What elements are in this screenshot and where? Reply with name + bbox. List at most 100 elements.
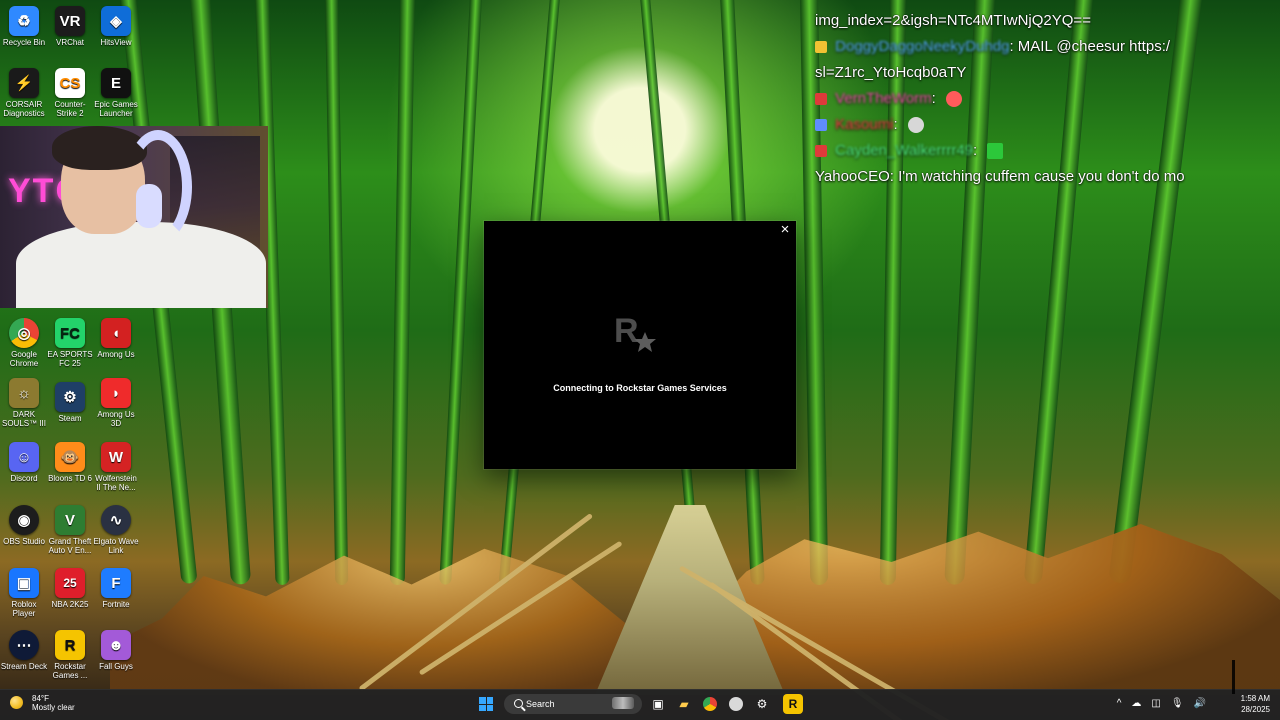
webcam-overlay: YTG xyxy=(0,126,268,308)
speaker-icon[interactable]: 🔊 xyxy=(1194,698,1206,709)
desktop-icon-counter-strike-2[interactable]: CS Counter-Strike 2 xyxy=(46,68,94,118)
chevron-up-icon[interactable]: ^ xyxy=(1117,698,1122,709)
start-button[interactable] xyxy=(476,694,496,714)
chrome-icon: ◎ xyxy=(9,318,39,348)
among-us-3d-icon: ◗ xyxy=(101,378,131,408)
skull-emote-icon xyxy=(907,117,924,134)
desktop-icon-label: VRChat xyxy=(55,38,84,47)
file-explorer-button[interactable]: ▰ xyxy=(674,694,694,714)
desktop-icon-steam[interactable]: ⚙ Steam xyxy=(46,382,94,423)
discord-icon: ☺ xyxy=(9,442,39,472)
rockstar-games-icon: R xyxy=(788,697,798,711)
chat-colon: : xyxy=(1009,38,1018,55)
task-view-button[interactable]: ▣ xyxy=(648,694,668,714)
desktop-icon-elgato-wave-link[interactable]: ∿ Elgato Wave Link xyxy=(92,505,140,555)
gta-icon: V xyxy=(55,505,85,535)
desktop-icon-google-chrome[interactable]: ◎ Google Chrome xyxy=(0,318,48,368)
desktop-icon-rockstar-games[interactable]: R Rockstar Games ... xyxy=(46,630,94,680)
corsair-icon: ⚡ xyxy=(9,68,39,98)
desktop-icon-vrchat[interactable]: VR VRChat xyxy=(46,6,94,47)
steam-icon: ⚙ xyxy=(55,382,85,412)
steam-icon: ⚙ xyxy=(756,697,768,711)
chat-username: Cayden_Walkerrrr49 xyxy=(835,142,973,159)
chat-line: DoggyDaggoNeekyDuhdg: MAIL @cheesur http… xyxy=(815,34,1275,60)
desktop-icon-label: Steam xyxy=(58,414,82,423)
hitsview-icon: ◈ xyxy=(101,6,131,36)
weather-description: Mostly clear xyxy=(32,703,75,712)
desktop-icon-bloons-td-6[interactable]: 🐵 Bloons TD 6 xyxy=(46,442,94,483)
fortnite-icon: F xyxy=(101,568,131,598)
elgato-wave-link-icon: ∿ xyxy=(101,505,131,535)
desktop-icon-corsair-diagnostics[interactable]: ⚡ CORSAIR Diagnostics xyxy=(0,68,48,118)
desktop-icon-roblox-player[interactable]: ▣ Roblox Player xyxy=(0,568,48,618)
bamboo-stalk xyxy=(324,0,349,586)
rockstar-logo-icon: R xyxy=(614,312,656,352)
rockstar-taskbar-button[interactable]: R xyxy=(783,694,803,714)
desktop-icon-grand-theft-auto-v[interactable]: V Grand Theft Auto V En... xyxy=(46,505,94,555)
desktop-icon-wolfenstein-ii[interactable]: W Wolfenstein II The Ne... xyxy=(92,442,140,492)
wolfenstein-icon: W xyxy=(101,442,131,472)
desktop-icons-area: ♻ Recycle Bin VR VRChat ◈ HitsView ⚡ COR… xyxy=(0,0,140,690)
chat-username: YahooCEO xyxy=(815,168,890,185)
chat-username: DoggyDaggoNeekyDuhdg xyxy=(835,38,1010,55)
obs-taskbar-button[interactable] xyxy=(726,694,746,714)
connection-status-text: Connecting to Rockstar Games Services xyxy=(553,383,727,393)
chat-badge-icon xyxy=(815,145,827,158)
desktop-icon-hitsview[interactable]: ◈ HitsView xyxy=(92,6,140,47)
chrome-taskbar-button[interactable] xyxy=(700,694,720,714)
taskbar-clock[interactable]: 1:58 AM 28/2025 xyxy=(1241,693,1270,715)
desktop-icon-label: EA SPORTS FC 25 xyxy=(47,350,93,368)
bamboo-stalk xyxy=(389,0,416,586)
chat-badge-icon xyxy=(815,119,827,132)
desktop-icon-dark-souls-iii[interactable]: ☼ DARK SOULS™ III xyxy=(0,378,48,428)
desktop-icon-stream-deck[interactable]: ⋯ Stream Deck xyxy=(0,630,48,671)
desktop-icon-obs-studio[interactable]: ◉ OBS Studio xyxy=(0,505,48,546)
chat-line: VernTheWorm: xyxy=(815,86,1275,112)
microphone-icon[interactable]: 🎙 xyxy=(1171,698,1184,709)
folder-icon: ▰ xyxy=(679,697,689,711)
weather-temperature: 84°F xyxy=(32,694,49,703)
among-us-icon: ◖ xyxy=(101,318,131,348)
chat-colon: : xyxy=(889,168,899,185)
close-icon[interactable]: × xyxy=(778,222,792,237)
desktop-icon-label: Among Us 3D xyxy=(97,410,135,428)
desktop-icon-discord[interactable]: ☺ Discord xyxy=(0,442,48,483)
desktop-icon-label: Wolfenstein II The Ne... xyxy=(95,474,137,492)
bloons-icon: 🐵 xyxy=(55,442,85,472)
desktop-icon-label: NBA 2K25 xyxy=(51,600,89,609)
chat-line: img_index=2&igsh=NTc4MTIwNjQ2YQ== xyxy=(815,8,1275,34)
desktop-icon-fortnite[interactable]: F Fortnite xyxy=(92,568,140,609)
network-icon[interactable]: ◫ xyxy=(1151,698,1160,709)
right-grass xyxy=(700,524,1280,695)
chat-message: I'm watching cuffem cause you don't do m… xyxy=(898,168,1185,185)
taskbar: 84°F Mostly clear Search ▣ ▰ ⚙ R ^ ☁ ◫ 🎙… xyxy=(0,689,1280,720)
weather-text-block: 84°F Mostly clear xyxy=(32,694,75,712)
chat-badge-icon xyxy=(815,93,827,106)
stream-deck-icon: ⋯ xyxy=(9,630,39,660)
desktop-icon-fall-guys[interactable]: ☻ Fall Guys xyxy=(92,630,140,671)
desktop-icon-label: HitsView xyxy=(100,38,132,47)
rockstar-games-icon: R xyxy=(55,630,85,660)
desktop-icon-among-us-3d[interactable]: ◗ Among Us 3D xyxy=(92,378,140,428)
desktop-icon-label: Elgato Wave Link xyxy=(93,537,139,555)
desktop-icon-label: Stream Deck xyxy=(0,662,48,671)
desktop-icon-recycle-bin[interactable]: ♻ Recycle Bin xyxy=(0,6,48,47)
chat-message: sl=Z1rc_YtoHcqb0aTY xyxy=(815,64,967,81)
roblox-icon: ▣ xyxy=(9,568,39,598)
vrchat-icon: VR xyxy=(55,6,85,36)
cloud-icon[interactable]: ☁ xyxy=(1131,698,1141,709)
taskbar-search[interactable]: Search xyxy=(504,694,642,714)
windows-icon xyxy=(479,697,493,711)
steam-taskbar-button[interactable]: ⚙ xyxy=(752,694,772,714)
desktop-icon-ea-sports-fc-25[interactable]: FC EA SPORTS FC 25 xyxy=(46,318,94,368)
desktop-icon-epic-games-launcher[interactable]: E Epic Games Launcher xyxy=(92,68,140,118)
chrome-icon xyxy=(703,697,717,711)
desktop-icon-label: CORSAIR Diagnostics xyxy=(3,100,45,118)
desktop-icon-label: Among Us xyxy=(97,350,135,359)
desktop-icon-label: Google Chrome xyxy=(9,350,39,368)
desktop-icon-among-us[interactable]: ◖ Among Us xyxy=(92,318,140,359)
chat-badge-icon xyxy=(815,41,827,54)
desktop-icon-nba-2k25[interactable]: 25 NBA 2K25 xyxy=(46,568,94,609)
desktop-icon-label: Roblox Player xyxy=(11,600,37,618)
epic-games-icon: E xyxy=(101,68,131,98)
